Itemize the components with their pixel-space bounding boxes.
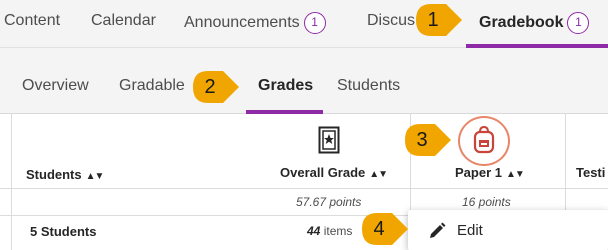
tab-content[interactable]: Content <box>4 12 60 30</box>
menu-item-edit[interactable]: Edit <box>457 222 483 239</box>
highlight-ring <box>458 116 510 166</box>
tab-gradable-items[interactable]: Gradable <box>119 77 185 95</box>
announcements-count-badge: 1 <box>303 12 326 34</box>
column-header-overall-grade[interactable]: Overall Grade ▲▼ <box>280 165 388 180</box>
pencil-icon <box>428 222 446 245</box>
column-options-menu: Edit <box>408 210 608 250</box>
column-header-paper-1[interactable]: Paper 1 ▲▼ <box>455 165 525 180</box>
grid-header-bottom-border <box>0 188 608 189</box>
grid-column-divider <box>565 114 566 210</box>
sort-icon[interactable]: ▲▼ <box>369 169 388 180</box>
overall-items-count: 44 items <box>307 224 353 238</box>
students-count: 5 Students <box>30 224 97 239</box>
column-header-students[interactable]: Students ▲▼ <box>26 167 105 182</box>
course-top-nav: Content Calendar Announcements 1 Discus G… <box>0 0 608 48</box>
grid-left-border <box>11 114 12 250</box>
gradebook-count-badge: 1 <box>567 12 590 34</box>
column-header-testing[interactable]: Testi <box>576 165 605 180</box>
callout-marker-3: 3 <box>404 123 452 157</box>
overall-points-value: 57.67 points <box>296 195 362 209</box>
overall-grade-icon <box>318 126 340 159</box>
tab-discussions[interactable]: Discus <box>367 12 415 30</box>
tab-announcements[interactable]: Announcements 1 <box>184 12 326 34</box>
callout-marker-1: 1 <box>415 3 463 37</box>
gradebook-sub-nav: Overview Gradable Grades Students <box>0 48 608 114</box>
callout-marker-4: 4 <box>361 212 409 246</box>
tab-grades[interactable]: Grades <box>258 77 313 95</box>
callout-marker-2: 2 <box>192 70 240 104</box>
tab-calendar[interactable]: Calendar <box>91 12 156 30</box>
sort-icon[interactable]: ▲▼ <box>86 171 105 182</box>
sort-icon[interactable]: ▲▼ <box>506 169 525 180</box>
tab-students[interactable]: Students <box>337 77 400 95</box>
tab-gradebook[interactable]: Gradebook 1 <box>479 12 590 34</box>
tab-overview[interactable]: Overview <box>22 77 89 95</box>
paper1-points-value: 16 points <box>462 195 511 209</box>
